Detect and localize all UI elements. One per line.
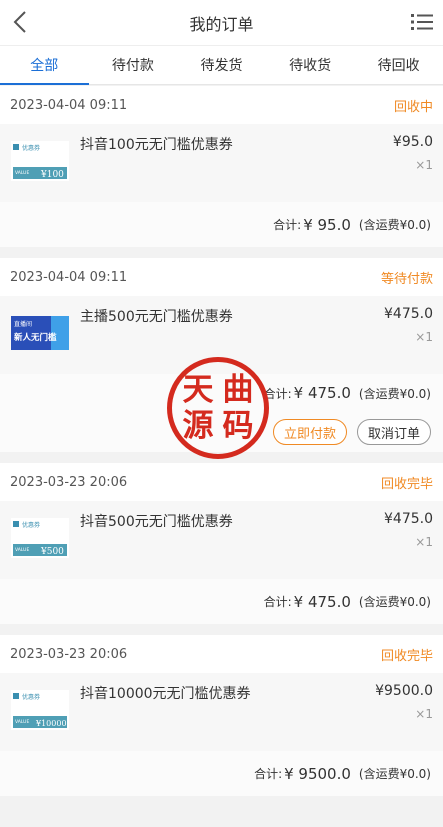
tab-pending-shipment[interactable]: 待发货: [177, 46, 266, 84]
order-status: 回收完毕: [380, 476, 433, 492]
order-item[interactable]: 优惠券 VALUE ¥100 抖音100元无门槛优惠券 ¥95.0 ×1: [0, 124, 443, 202]
order-item[interactable]: 优惠券 VALUE ¥500 抖音500元无门槛优惠券 ¥475.0 ×1: [0, 501, 443, 579]
item-quantity: ×1: [415, 158, 433, 172]
coupon-brand: 优惠券: [22, 521, 40, 529]
coupon-tag: VALUE: [15, 547, 29, 553]
order-header: 2023-03-23 20:06 回收完毕: [0, 635, 443, 673]
page-title: 我的订单: [189, 14, 254, 34]
order-card[interactable]: 2023-04-04 09:11 回收中 优惠券 VALUE ¥100 抖音10…: [0, 86, 443, 247]
item-info: 主播500元无门槛优惠券 ¥475.0 ×1: [70, 304, 433, 374]
order-summary: 合计: ¥ 95.0 (含运费¥0.0): [0, 202, 443, 247]
sum-value: ¥ 9500.0: [284, 764, 351, 783]
order-header: 2023-04-04 09:11 等待付款: [0, 258, 443, 296]
coupon-amount: ¥100: [40, 170, 64, 180]
item-name: 抖音100元无门槛优惠券: [80, 137, 233, 153]
shipping-note: (含运费¥0.0): [358, 767, 431, 781]
tab-pending-recycle[interactable]: 待回收: [354, 46, 443, 84]
order-date: 2023-04-04 09:11: [10, 97, 128, 113]
order-date: 2023-03-23 20:06: [10, 474, 128, 490]
item-quantity: ×1: [415, 707, 433, 721]
order-status: 回收完毕: [380, 648, 433, 664]
order-date: 2023-03-23 20:06: [10, 646, 128, 662]
coupon-brand: 直播间: [14, 320, 32, 328]
sum-value: ¥ 475.0: [293, 592, 351, 611]
coupon-tag: VALUE: [15, 719, 29, 725]
order-item[interactable]: 优惠券 VALUE ¥10000 抖音10000元无门槛优惠券 ¥9500.0 …: [0, 673, 443, 751]
tab-pending-receipt[interactable]: 待收货: [266, 46, 355, 84]
tab-all[interactable]: 全部: [0, 46, 89, 85]
coupon-amount: ¥500: [40, 547, 64, 557]
order-card[interactable]: 2023-03-23 20:06 回收完毕 优惠券 VALUE ¥500 抖音5…: [0, 463, 443, 624]
order-header: 2023-04-04 09:11 回收中: [0, 86, 443, 124]
item-info: 抖音500元无门槛优惠券 ¥475.0 ×1: [70, 509, 433, 579]
item-price: ¥475.0: [384, 306, 433, 322]
coupon-brand: 优惠券: [22, 144, 40, 152]
coupon-thumbnail: 优惠券 VALUE ¥10000: [10, 681, 70, 739]
sum-value: ¥ 95.0: [303, 215, 351, 234]
shipping-note: (含运费¥0.0): [358, 218, 431, 232]
coupon-thumbnail: 直播间 新人无门槛: [10, 304, 70, 362]
item-price: ¥475.0: [384, 511, 433, 527]
list-menu-icon: [411, 14, 433, 30]
coupon-tag: VALUE: [15, 170, 29, 176]
order-status: 等待付款: [380, 271, 433, 287]
tab-pending-payment[interactable]: 待付款: [89, 46, 178, 84]
item-price: ¥9500.0: [375, 683, 433, 699]
watermark-text: 天曲 源码: [182, 372, 254, 444]
item-quantity: ×1: [415, 330, 433, 344]
cancel-order-button[interactable]: 取消订单: [356, 419, 431, 445]
sum-label: 合计:: [254, 767, 283, 781]
menu-button[interactable]: [411, 12, 433, 32]
item-price: ¥95.0: [392, 134, 433, 150]
item-info: 抖音100元无门槛优惠券 ¥95.0 ×1: [70, 132, 433, 202]
coupon-tag: 新人无门槛: [14, 332, 57, 343]
item-name: 抖音500元无门槛优惠券: [80, 514, 233, 530]
shipping-note: (含运费¥0.0): [358, 386, 431, 401]
coupon-thumbnail: 优惠券 VALUE ¥500: [10, 509, 70, 567]
sum-value: ¥ 475.0: [293, 384, 351, 402]
back-arrow-icon: [13, 11, 26, 33]
pay-now-button[interactable]: 立即付款: [272, 419, 347, 445]
back-button[interactable]: [8, 9, 32, 35]
item-quantity: ×1: [415, 535, 433, 549]
order-summary: 合计: ¥ 9500.0 (含运费¥0.0): [0, 751, 443, 796]
order-header: 2023-03-23 20:06 回收完毕: [0, 463, 443, 501]
coupon-brand: 优惠券: [22, 693, 40, 701]
coupon-thumbnail: 优惠券 VALUE ¥100: [10, 132, 70, 190]
order-summary: 合计: ¥ 475.0 (含运费¥0.0): [0, 579, 443, 624]
order-date: 2023-04-04 09:11: [10, 269, 128, 285]
watermark-seal: 天曲 源码: [167, 357, 269, 459]
shipping-note: (含运费¥0.0): [358, 595, 431, 609]
order-status: 回收中: [393, 99, 433, 115]
coupon-amount: ¥10000: [35, 719, 67, 728]
sum-label: 合计:: [273, 218, 302, 232]
order-tabs: 全部 待付款 待发货 待收货 待回收: [0, 45, 443, 85]
app-header: 我的订单: [0, 0, 443, 45]
order-card[interactable]: 2023-03-23 20:06 回收完毕 优惠券 VALUE ¥10000 抖…: [0, 635, 443, 796]
sum-label: 合计:: [263, 595, 292, 609]
item-info: 抖音10000元无门槛优惠券 ¥9500.0 ×1: [70, 681, 433, 751]
item-name: 主播500元无门槛优惠券: [80, 309, 233, 325]
